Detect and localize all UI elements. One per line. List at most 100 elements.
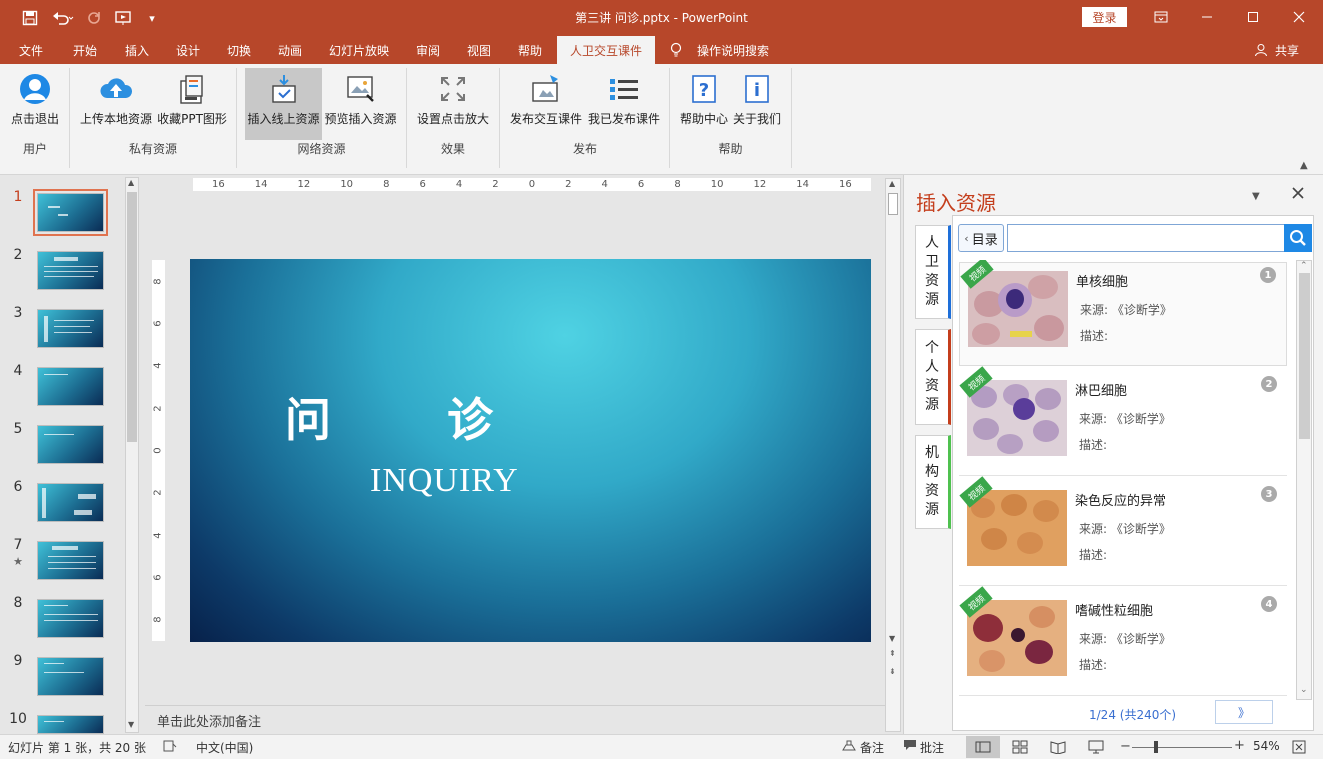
comments-toggle[interactable]: 批注 [920, 739, 944, 756]
scroll-thumb[interactable] [1299, 273, 1310, 439]
slide-thumbnail[interactable] [37, 425, 104, 464]
login-button[interactable]: 登录 [1082, 7, 1127, 27]
resource-number-badge: 2 [1261, 376, 1277, 392]
maximize-icon[interactable] [1230, 0, 1276, 34]
slide-subtitle[interactable]: INQUIRY [370, 462, 519, 500]
vtab-personal[interactable]: 个人资源 [915, 329, 951, 425]
resource-scrollbar[interactable]: ⌃ ⌄ [1296, 260, 1312, 700]
collect-ppt-button[interactable]: 收藏PPT图形 [156, 68, 228, 140]
scroll-thumb[interactable] [127, 192, 137, 442]
slide-thumbnail[interactable] [37, 541, 104, 580]
notes-pane[interactable]: 单击此处添加备注 [145, 705, 885, 734]
reading-view-icon[interactable] [1050, 740, 1066, 757]
accessibility-icon[interactable] [163, 739, 179, 756]
collect-shape-icon [175, 72, 209, 106]
zoom-on-click-button[interactable]: 设置点击放大 [414, 68, 492, 140]
tab-insert[interactable]: 插入 [112, 36, 162, 64]
preview-insert-button[interactable]: 预览插入资源 [323, 68, 398, 140]
resource-thumbnail [967, 490, 1067, 566]
resource-number-badge: 3 [1261, 486, 1277, 502]
search-icon[interactable] [1284, 224, 1312, 252]
previous-slide-icon[interactable]: ⇞ [889, 649, 896, 658]
vtab-renwei[interactable]: 人卫资源 [915, 225, 951, 319]
zoom-slider-handle[interactable] [1154, 741, 1158, 753]
resource-search-input[interactable] [1007, 224, 1285, 252]
status-bar: 幻灯片 第 1 张，共 20 张 中文(中国) 备注 批注 − + 54% [0, 734, 1323, 759]
tab-animations[interactable]: 动画 [265, 36, 315, 64]
chevron-down-icon[interactable]: ⌄ [1300, 685, 1308, 695]
upload-local-button[interactable]: 上传本地资源 [78, 68, 154, 140]
tab-view[interactable]: 视图 [455, 36, 503, 64]
vtab-institution[interactable]: 机构资源 [915, 435, 951, 529]
pane-close-icon[interactable] [1292, 187, 1306, 201]
language-indicator[interactable]: 中文(中国) [196, 739, 253, 756]
resource-list-panel: ‹ 目录 视频 单核细胞 来源: 《诊断学》 描述: 1 视频 淋巴细胞 来源:… [952, 215, 1314, 731]
tab-renwei-courseware[interactable]: 人卫交互课件 [557, 36, 655, 64]
slide-thumbnail[interactable] [37, 599, 104, 638]
tab-review[interactable]: 审阅 [404, 36, 452, 64]
tell-me-search[interactable]: 操作说明搜索 [690, 36, 776, 64]
slide-thumbnail[interactable] [37, 657, 104, 696]
publish-courseware-button[interactable]: 发布交互课件 [508, 68, 584, 140]
tab-design[interactable]: 设计 [163, 36, 213, 64]
tab-transitions[interactable]: 切换 [214, 36, 264, 64]
resource-item[interactable]: 视频 单核细胞 来源: 《诊断学》 描述: 1 [959, 260, 1287, 366]
next-page-button[interactable]: 》 [1215, 700, 1273, 724]
thumb-number: 4 [13, 363, 23, 379]
insert-online-button[interactable]: 插入线上资源 [245, 68, 322, 140]
tab-file[interactable]: 文件 [6, 36, 56, 64]
resource-item[interactable]: 视频 染色反应的异常 来源: 《诊断学》 描述: 3 [959, 476, 1287, 586]
slide-thumbnail[interactable] [37, 715, 104, 734]
help-center-label: 帮助中心 [679, 112, 728, 126]
tab-home[interactable]: 开始 [60, 36, 110, 64]
zoom-out-icon[interactable]: − [1120, 739, 1131, 754]
help-center-button[interactable]: ? 帮助中心 [678, 68, 730, 140]
zoom-slider[interactable] [1132, 747, 1232, 748]
group-help: 帮助 [718, 142, 743, 156]
slideshow-view-icon[interactable] [1088, 740, 1104, 757]
about-us-label: 关于我们 [732, 112, 781, 126]
normal-view-icon[interactable] [966, 736, 1000, 758]
logout-button[interactable]: 点击退出 [4, 68, 66, 140]
scroll-down-icon[interactable]: ▼ [128, 720, 134, 729]
resource-item[interactable]: 视频 嗜碱性粒细胞 来源: 《诊断学》 描述: 4 [959, 586, 1287, 696]
tab-slideshow[interactable]: 幻灯片放映 [322, 36, 396, 64]
slide-thumbnail[interactable] [33, 189, 108, 236]
slide-thumbnail[interactable] [37, 309, 104, 348]
zoom-in-icon[interactable]: + [1234, 738, 1245, 753]
scroll-up-icon[interactable]: ▲ [128, 178, 134, 187]
ruler-label: 4 [455, 179, 463, 190]
slide-thumbnail[interactable] [37, 367, 104, 406]
slide-thumbnail[interactable] [37, 483, 104, 522]
thumb-number: 8 [13, 595, 23, 611]
scroll-up-icon[interactable]: ▲ [889, 179, 895, 188]
pane-options-icon[interactable]: ▼ [1252, 191, 1260, 202]
resource-item[interactable]: 视频 淋巴细胞 来源: 《诊断学》 描述: 2 [959, 366, 1287, 476]
slide-thumbnail[interactable] [37, 251, 104, 290]
my-published-button[interactable]: 我已发布课件 [586, 68, 662, 140]
scroll-thumb[interactable] [888, 193, 898, 215]
back-to-catalog-button[interactable]: ‹ 目录 [958, 224, 1004, 252]
editor-scrollbar[interactable]: ▲ ▼ ⇞ ⇟ [885, 178, 901, 732]
next-slide-icon[interactable]: ⇟ [889, 667, 896, 676]
zoom-level[interactable]: 54% [1253, 739, 1280, 753]
slide-sorter-icon[interactable] [1012, 740, 1028, 757]
scroll-down-icon[interactable]: ▼ [889, 634, 895, 643]
close-icon[interactable] [1276, 0, 1322, 34]
share-button[interactable]: 共享 [1270, 36, 1304, 64]
collapse-ribbon-icon[interactable]: ▲ [1300, 160, 1308, 171]
svg-text:?: ? [699, 80, 709, 101]
thumbnail-scrollbar[interactable]: ▲ ▼ [125, 177, 139, 733]
group-separator [791, 68, 792, 168]
minimize-icon[interactable] [1184, 0, 1230, 34]
about-us-button[interactable]: i 关于我们 [731, 68, 783, 140]
fit-to-window-icon[interactable] [1292, 740, 1306, 757]
slide-title[interactable]: 问 诊 [285, 384, 543, 450]
ribbon-display-options-icon[interactable] [1138, 0, 1184, 34]
chevron-up-icon[interactable]: ⌃ [1300, 261, 1308, 271]
notes-toggle[interactable]: 备注 [860, 739, 884, 756]
resource-name: 嗜碱性粒细胞 [1075, 604, 1154, 619]
tab-help[interactable]: 帮助 [506, 36, 554, 64]
slide-canvas[interactable]: 问 诊 INQUIRY [190, 259, 871, 642]
group-effect: 效果 [440, 142, 465, 156]
